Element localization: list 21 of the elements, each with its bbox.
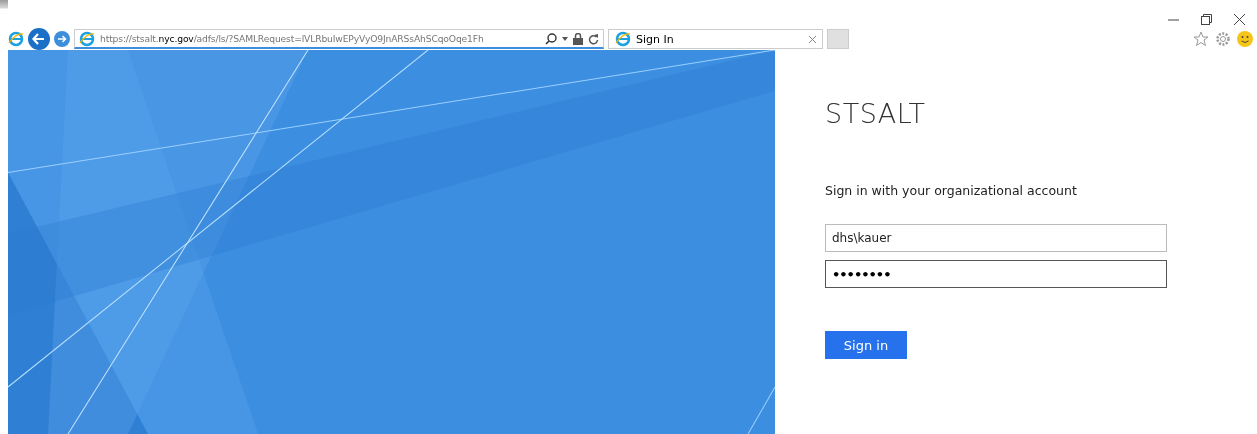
refresh-icon[interactable] (588, 32, 599, 45)
star-icon[interactable] (1193, 31, 1209, 47)
dropdown-icon[interactable] (562, 36, 568, 41)
sign-in-prompt: Sign in with your organizational account (825, 183, 1078, 198)
forward-icon[interactable] (54, 31, 70, 47)
sign-in-button[interactable]: Sign in (825, 331, 907, 359)
ie-logo-icon (79, 30, 95, 47)
ie-logo-icon (615, 31, 631, 47)
username-field[interactable]: dhs\kauer (825, 224, 1167, 252)
url-text: https://stsalt.nyc.gov/adfs/ls/?SAMLRequest=lVLRbuIwEPyVyO9JnARSsAhSCqoOqe1Fh (100, 33, 485, 44)
password-field[interactable]: •••••••• (825, 260, 1167, 288)
ie-logo-icon (8, 31, 24, 47)
lock-icon (573, 32, 583, 45)
search-icon[interactable] (545, 32, 557, 45)
close-icon[interactable] (1234, 13, 1245, 25)
settings-icon[interactable] (1215, 31, 1231, 47)
page-title: STSALT (825, 98, 927, 129)
back-icon[interactable] (28, 28, 50, 50)
smiley-icon[interactable] (1237, 31, 1253, 47)
active-tab[interactable]: Sign In (608, 29, 823, 49)
restore-icon[interactable] (1201, 13, 1212, 25)
